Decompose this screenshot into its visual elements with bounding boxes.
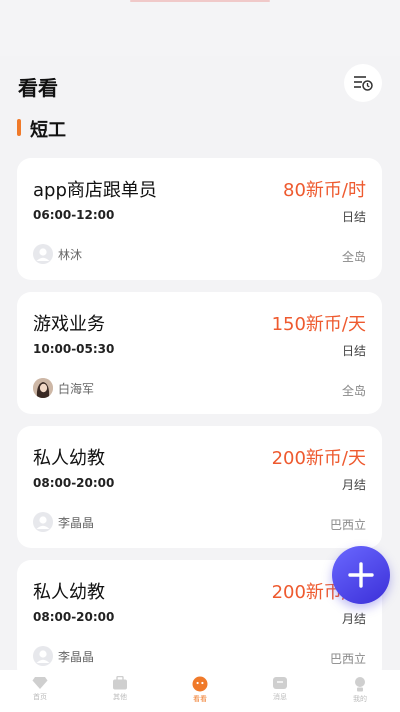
tab-jobs[interactable]: 其他: [80, 670, 160, 712]
tab-messages[interactable]: 消息: [240, 670, 320, 712]
job-card[interactable]: 私人幼教 200新币/天 08:00-20:00 月结 李晶晶 巴西立: [17, 426, 382, 548]
list-clock-icon: [354, 76, 373, 91]
face-icon: [192, 676, 208, 692]
page-title: 看看: [18, 76, 58, 100]
tab-label: 消息: [273, 693, 287, 701]
default-avatar-icon: [36, 516, 50, 529]
job-time: 10:00-05:30: [33, 342, 115, 356]
bottom-tab-bar: 首页 其他 看看 消息 我的: [0, 670, 400, 712]
job-title: app商店跟单员: [33, 180, 157, 201]
tab-label: 看看: [193, 695, 207, 703]
status-indicator: [130, 0, 270, 2]
job-time: 08:00-20:00: [33, 610, 115, 624]
tab-look[interactable]: 看看: [160, 670, 240, 712]
job-location: 巴西立: [329, 518, 366, 532]
briefcase-icon: [113, 676, 127, 690]
job-card[interactable]: app商店跟单员 80新币/时 06:00-12:00 日结 林沐 全岛: [17, 158, 382, 280]
poster-name: 李晶晶: [58, 516, 95, 530]
job-location: 全岛: [341, 384, 366, 398]
poster-name: 李晶晶: [58, 650, 95, 664]
job-location: 巴西立: [329, 652, 366, 666]
poster-name: 林沐: [58, 248, 83, 262]
job-title: 游戏业务: [33, 314, 105, 335]
job-pay: 80新币/时: [283, 180, 366, 201]
avatar: [33, 512, 53, 532]
avatar: [33, 378, 53, 398]
history-button[interactable]: [344, 64, 382, 102]
add-job-button[interactable]: [332, 546, 390, 604]
section-title: 短工: [30, 120, 66, 141]
job-card[interactable]: 私人幼教 200新币/天 08:00-20:00 月结 李晶晶 巴西立: [17, 560, 382, 682]
message-icon: [273, 677, 287, 689]
profile-icon: [355, 677, 365, 692]
tab-label: 其他: [113, 693, 127, 701]
section-accent-bar: [17, 119, 21, 136]
tab-home[interactable]: 首页: [0, 670, 80, 712]
avatar: [33, 244, 53, 264]
job-settlement: 月结: [341, 478, 366, 492]
job-settlement: 日结: [341, 344, 366, 358]
tab-label: 首页: [33, 693, 47, 701]
diamond-icon: [32, 677, 48, 689]
job-settlement: 日结: [341, 210, 366, 224]
job-pay: 200新币/天: [271, 448, 366, 469]
job-settlement: 月结: [341, 612, 366, 626]
tab-label: 我的: [353, 695, 367, 703]
job-card[interactable]: 游戏业务 150新币/天 10:00-05:30 日结 白海军 全岛: [17, 292, 382, 414]
status-bar: [0, 0, 400, 56]
tab-profile[interactable]: 我的: [320, 670, 400, 712]
job-time: 08:00-20:00: [33, 476, 115, 490]
default-avatar-icon: [36, 248, 50, 261]
job-title: 私人幼教: [33, 582, 105, 603]
user-photo-icon: [33, 378, 53, 398]
avatar: [33, 646, 53, 666]
job-location: 全岛: [341, 250, 366, 264]
plus-icon: [348, 562, 374, 588]
job-pay: 150新币/天: [271, 314, 366, 335]
default-avatar-icon: [36, 650, 50, 663]
job-title: 私人幼教: [33, 448, 105, 469]
poster-name: 白海军: [58, 382, 95, 396]
job-time: 06:00-12:00: [33, 208, 115, 222]
